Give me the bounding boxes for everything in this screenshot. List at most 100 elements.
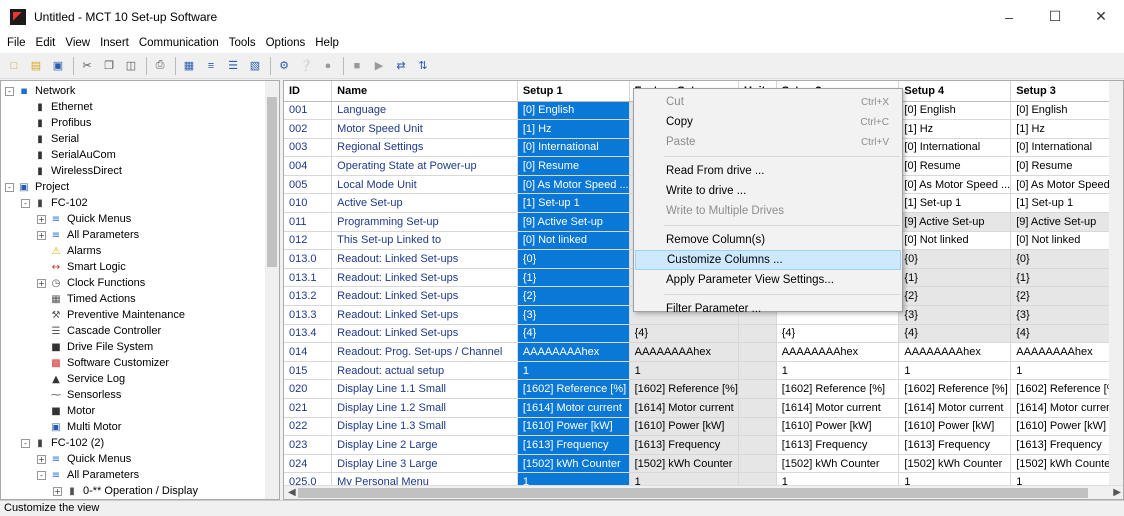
column-header[interactable]: ID bbox=[284, 81, 333, 102]
table-cell[interactable]: {4} bbox=[776, 324, 900, 344]
table-cell[interactable]: [1502] kWh Counter bbox=[776, 454, 900, 474]
settings-icon[interactable]: ⚙ bbox=[274, 56, 294, 76]
table-cell[interactable]: [0] Not linked bbox=[1010, 231, 1123, 251]
context-menu-item[interactable]: Write to drive ... bbox=[635, 181, 901, 201]
table-cell[interactable]: 004 bbox=[284, 156, 333, 176]
table-cell[interactable]: [0] International bbox=[1010, 138, 1123, 158]
cut-icon[interactable]: ✂ bbox=[77, 56, 97, 76]
column-header[interactable]: Setup 3 bbox=[1010, 81, 1123, 102]
collapse-icon[interactable]: - bbox=[37, 470, 46, 480]
table-cell[interactable]: Display Line 1.2 Small bbox=[331, 398, 518, 418]
save-icon[interactable]: ▣ bbox=[48, 56, 68, 76]
tree-node[interactable]: - ▮ FC-102 bbox=[21, 195, 88, 211]
table-cell[interactable]: [1610] Power [kW] bbox=[629, 417, 739, 437]
table-cell[interactable]: 001 bbox=[284, 101, 333, 121]
table-cell[interactable]: Readout: Linked Set-ups bbox=[331, 286, 518, 307]
table-cell[interactable]: [1610] Power [kW] bbox=[1010, 417, 1123, 437]
table-cell[interactable]: 1 bbox=[1010, 361, 1123, 381]
table-cell[interactable]: [1502] kWh Counter bbox=[629, 454, 739, 474]
table-cell[interactable]: [1614] Motor current bbox=[1010, 398, 1123, 418]
table-cell[interactable]: [1614] Motor current bbox=[776, 398, 900, 418]
table-cell[interactable]: [1602] Reference [%] bbox=[898, 379, 1012, 399]
table-cell[interactable]: {3} bbox=[898, 305, 1012, 325]
table-cell[interactable]: Motor Speed Unit bbox=[331, 119, 518, 139]
table-cell[interactable]: [1] Set-up 1 bbox=[898, 193, 1012, 214]
table-cell[interactable]: Operating State at Power-up bbox=[331, 156, 518, 176]
tree-node[interactable]: + ≡ All Parameters bbox=[37, 227, 139, 243]
table-cell[interactable]: AAAAAAAAhex bbox=[1010, 342, 1123, 362]
table-cell[interactable]: {3} bbox=[1010, 305, 1123, 325]
context-menu-item[interactable]: Remove Column(s) bbox=[635, 230, 901, 250]
table-cell[interactable]: 1 bbox=[629, 361, 739, 381]
list-view-icon[interactable]: ≡ bbox=[201, 56, 221, 76]
table-cell[interactable]: 1 bbox=[517, 361, 630, 381]
table-cell[interactable]: [0] Not linked bbox=[517, 231, 630, 251]
table-cell[interactable]: 015 bbox=[284, 361, 333, 381]
table-cell[interactable]: [1613] Frequency bbox=[629, 435, 739, 455]
table-cell[interactable]: {2} bbox=[517, 286, 630, 307]
column-header[interactable]: Setup 1 bbox=[517, 81, 630, 102]
table-cell[interactable] bbox=[738, 417, 777, 437]
table-cell[interactable] bbox=[738, 398, 777, 418]
tree-node[interactable]: ▮ SerialAuCom bbox=[33, 147, 116, 163]
tree-node[interactable]: ▦ Timed Actions bbox=[49, 291, 135, 307]
table-cell[interactable]: [1602] Reference [%] bbox=[776, 379, 900, 399]
table-cell[interactable]: [1] Hz bbox=[898, 119, 1012, 139]
table-cell[interactable]: [9] Active Set-up bbox=[1010, 212, 1123, 232]
table-row[interactable]: 015 Readout: actual setup 1 1 1 1 1 bbox=[284, 361, 1123, 381]
table-cell[interactable]: [1613] Frequency bbox=[898, 435, 1012, 455]
table-cell[interactable]: {0} bbox=[1010, 249, 1123, 269]
table-cell[interactable]: [0] Resume bbox=[1010, 156, 1123, 176]
tree-node[interactable]: - ◾ Network bbox=[5, 83, 75, 99]
context-menu-item[interactable]: Paste Ctrl+V bbox=[635, 132, 901, 152]
table-cell[interactable]: This Set-up Linked to bbox=[331, 231, 518, 251]
project-tree[interactable]: - ◾ Network ▮ Ethernet ▮ Profibus ▮ Serial ▮ Seria… bbox=[0, 80, 280, 500]
table-cell[interactable] bbox=[738, 435, 777, 455]
scroll-left-icon[interactable]: ◀ bbox=[288, 487, 296, 498]
tree-node[interactable]: + ◷ Clock Functions bbox=[37, 275, 145, 291]
table-cell[interactable]: AAAAAAAAhex bbox=[776, 342, 900, 362]
maximize-button[interactable]: ☐ bbox=[1032, 0, 1078, 33]
table-cell[interactable]: [1610] Power [kW] bbox=[517, 417, 630, 437]
table-cell[interactable]: Language bbox=[331, 101, 518, 121]
table-cell[interactable]: 013.4 bbox=[284, 324, 333, 344]
stop-icon[interactable]: ● bbox=[318, 56, 338, 76]
table-row[interactable]: 023 Display Line 2 Large [1613] Frequency[… bbox=[284, 435, 1123, 455]
table-cell[interactable]: [1602] Reference [%] bbox=[629, 379, 739, 399]
tree-node[interactable]: ■ Drive File System bbox=[49, 339, 153, 355]
table-cell[interactable] bbox=[738, 342, 777, 362]
context-menu-item[interactable]: Apply Parameter View Settings... bbox=[635, 270, 901, 290]
table-cell[interactable]: [1610] Power [kW] bbox=[898, 417, 1012, 437]
tree-node[interactable]: ⚠ Alarms bbox=[49, 243, 102, 259]
table-cell[interactable]: AAAAAAAAhex bbox=[629, 342, 739, 362]
tree-node[interactable]: ■ Motor bbox=[49, 403, 95, 419]
table-cell[interactable]: [0] As Motor Speed ... bbox=[517, 175, 630, 195]
collapse-icon[interactable]: - bbox=[5, 86, 14, 96]
table-cell[interactable]: [1602] Reference [%] bbox=[1010, 379, 1123, 399]
menu-file[interactable]: File bbox=[2, 37, 31, 49]
table-cell[interactable]: 022 bbox=[284, 417, 333, 437]
table-cell[interactable]: [0] English bbox=[898, 101, 1012, 121]
menu-help[interactable]: Help bbox=[310, 37, 344, 49]
table-row[interactable]: 020 Display Line 1.1 Small [1602] Referenc… bbox=[284, 379, 1123, 399]
tree-node[interactable]: ▮ Profibus bbox=[33, 115, 91, 131]
context-menu-item[interactable]: Read From drive ... bbox=[635, 161, 901, 181]
table-cell[interactable]: [1613] Frequency bbox=[1010, 435, 1123, 455]
table-cell[interactable]: [1] Hz bbox=[1010, 119, 1123, 139]
context-menu-item[interactable]: Customize Columns ... bbox=[635, 250, 901, 270]
expand-icon[interactable]: + bbox=[53, 486, 62, 496]
details-view-icon[interactable]: ☰ bbox=[223, 56, 243, 76]
menu-options[interactable]: Options bbox=[261, 37, 311, 49]
print-icon[interactable]: ⎙ bbox=[150, 56, 170, 76]
table-cell[interactable]: {1} bbox=[1010, 268, 1123, 288]
table-cell[interactable]: {0} bbox=[517, 249, 630, 269]
tree-scrollbar[interactable] bbox=[265, 81, 279, 499]
table-cell[interactable]: [1502] kWh Counter bbox=[1010, 454, 1123, 474]
vertical-scrollbar[interactable] bbox=[1109, 81, 1123, 485]
table-cell[interactable]: {4} bbox=[1010, 324, 1123, 344]
table-cell[interactable]: {2} bbox=[898, 286, 1012, 307]
tree-node[interactable]: ▮ WirelessDirect bbox=[33, 163, 122, 179]
table-cell[interactable]: Readout: actual setup bbox=[331, 361, 518, 381]
table-cell[interactable]: 013.1 bbox=[284, 268, 333, 288]
tree-node[interactable]: ☰ Cascade Controller bbox=[49, 323, 162, 339]
